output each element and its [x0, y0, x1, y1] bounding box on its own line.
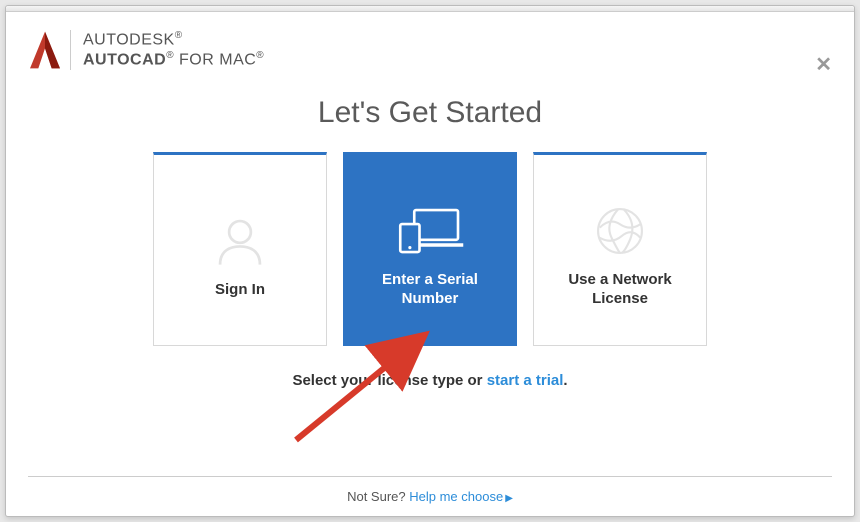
close-icon[interactable]: ✕ [815, 52, 832, 77]
annotation-arrow-icon [276, 330, 456, 450]
globe-icon [593, 191, 647, 271]
serial-label: Enter a Serial Number [344, 271, 516, 309]
user-icon [211, 201, 269, 281]
header: AUTODESK® AUTOCAD® FOR MAC® [6, 12, 854, 80]
brand-product-rest: FOR MAC [174, 51, 256, 68]
help-choose-link[interactable]: Help me choose [409, 489, 503, 504]
network-label: Use a Network License [534, 271, 706, 309]
network-card[interactable]: Use a Network License [533, 152, 707, 346]
main: Let's Get Started Sign In [6, 80, 854, 476]
signin-card[interactable]: Sign In [153, 152, 327, 346]
brand-text: AUTODESK® AUTOCAD® FOR MAC® [70, 30, 264, 69]
brand-line1: AUTODESK [83, 32, 175, 49]
prompt-suffix: . [563, 372, 567, 389]
autodesk-logo-icon [28, 30, 62, 70]
start-trial-link[interactable]: start a trial [487, 372, 564, 389]
serial-card[interactable]: Enter a Serial Number [343, 152, 517, 346]
signin-label: Sign In [199, 281, 281, 300]
prompt-prefix: Select your license type or [292, 372, 486, 389]
footer-prefix: Not Sure? [347, 489, 409, 504]
license-dialog: ✕ AUTODESK® AUTOCAD® FOR MAC® Let's Get … [5, 5, 855, 517]
prompt-text: Select your license type or start a tria… [292, 372, 567, 389]
brand-product-bold: AUTOCAD [83, 51, 166, 68]
devices-icon [395, 191, 465, 271]
footer: Not Sure? Help me choose▶ [28, 476, 832, 516]
page-title: Let's Get Started [318, 96, 542, 130]
chevron-right-icon: ▶ [505, 493, 513, 504]
license-options: Sign In Enter a Serial Number [153, 152, 707, 346]
